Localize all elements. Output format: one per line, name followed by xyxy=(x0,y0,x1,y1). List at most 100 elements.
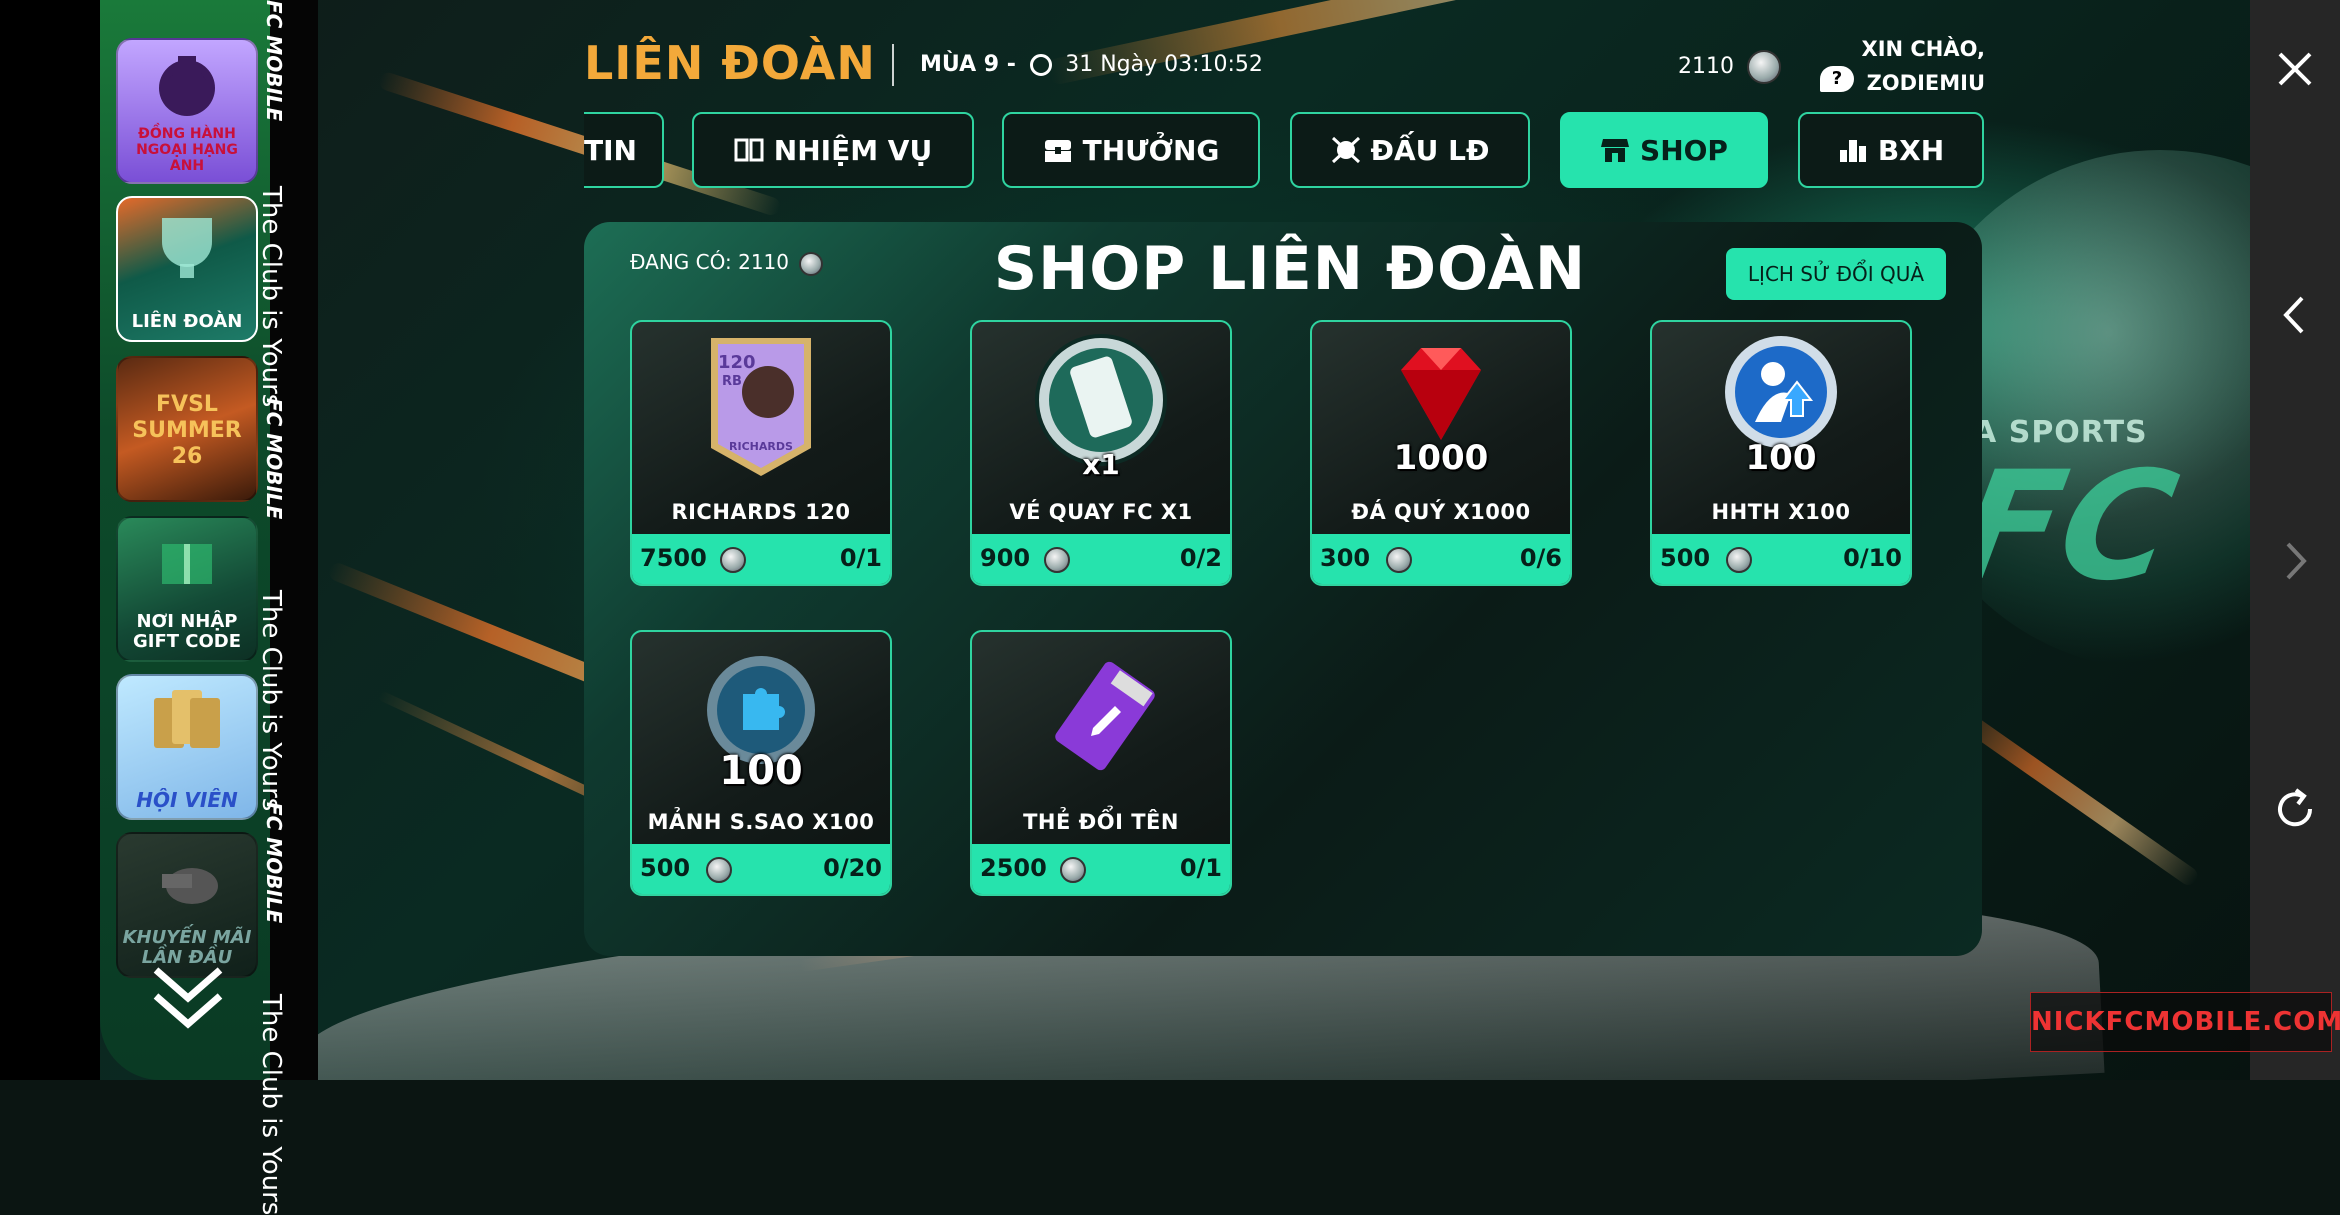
item-purchase-limit: 0/20 xyxy=(823,854,882,882)
versus-icon xyxy=(1331,136,1360,164)
sidebar-item-lien-doan[interactable]: LIÊN ĐOÀN xyxy=(116,196,258,342)
shop-item-card[interactable]: 120 RB RICHARDS RICHARDS 120 7500 0/1 xyxy=(630,320,892,586)
tab-shop[interactable]: SHOP xyxy=(1560,112,1768,188)
tab-label: ĐẤU LĐ xyxy=(1370,133,1490,167)
league-coin-icon xyxy=(720,547,746,573)
sidebar-item-label: ĐỒNG HÀNH NGOẠI HẠNG ANH xyxy=(136,126,238,174)
item-name: THẺ ĐỔI TÊN xyxy=(1023,810,1179,834)
clock-icon xyxy=(1029,54,1052,76)
item-name: ĐÁ QUÝ X1000 xyxy=(1351,500,1531,524)
item-quantity: x1 xyxy=(1082,448,1120,481)
sidebar-item-hoi-vien[interactable]: HỘI VIÊN xyxy=(116,674,258,820)
item-price-bar: 7500 0/1 xyxy=(632,534,890,584)
card-position: RB xyxy=(722,374,742,389)
item-name: HHTH X100 xyxy=(1711,500,1851,524)
item-quantity: 100 xyxy=(1745,438,1817,478)
shop-title: SHOP LIÊN ĐOÀN xyxy=(993,234,1587,304)
site-watermark: NICKFCMOBILE.COM xyxy=(2030,992,2340,1052)
item-purchase-limit: 0/10 xyxy=(1843,544,1902,572)
league-coin-icon xyxy=(1726,547,1752,573)
page-title: LIÊN ĐOÀN xyxy=(584,36,876,90)
chest-icon xyxy=(1044,140,1071,162)
ranking-icon xyxy=(1839,140,1866,162)
screen-edge xyxy=(0,0,100,1080)
item-quantity: 1000 xyxy=(1393,438,1489,478)
back-icon[interactable] xyxy=(2270,290,2320,340)
item-purchase-limit: 0/1 xyxy=(1179,854,1222,882)
item-price: 900 xyxy=(980,544,1031,572)
exchange-history-button[interactable]: LỊCH SỬ ĐỔI QUÀ xyxy=(1726,248,1946,300)
item-price: 500 xyxy=(1660,544,1711,572)
marquee-text-item: The Club is Yours xyxy=(256,994,286,1215)
card-pack-icon xyxy=(154,690,220,748)
tab-dau-ld[interactable]: ĐẤU LĐ xyxy=(1290,112,1530,188)
item-purchase-limit: 0/6 xyxy=(1519,544,1562,572)
marquee-text-item: FC MOBILE xyxy=(262,0,286,122)
marquee-text-item: FC MOBILE xyxy=(262,398,286,520)
shop-item-card[interactable]: x1 VÉ QUAY FC X1 900 0/2 xyxy=(970,320,1232,586)
season-countdown: 31 Ngày 03:10:52 xyxy=(1065,52,1263,77)
ruby-gem-icon: 1000 xyxy=(1312,330,1570,500)
item-purchase-limit: 0/1 xyxy=(839,544,882,572)
tab-thuong[interactable]: THƯỞNG xyxy=(1002,112,1260,188)
card-ovr: 120 xyxy=(718,352,756,373)
item-price: 2500 xyxy=(980,854,1047,882)
lion-icon xyxy=(159,56,215,116)
season-label: MÙA 9 - xyxy=(920,52,1016,77)
sidebar-item-label: FVSL SUMMER 26 xyxy=(132,392,242,469)
owned-balance-label: ĐANG CÓ: 2110 xyxy=(630,250,789,274)
tab-bxh[interactable]: BXH xyxy=(1798,112,1984,188)
sidebar-item-premier-league[interactable]: ĐỒNG HÀNH NGOẠI HẠNG ANH xyxy=(116,38,258,184)
coin-balance-value: 2110 xyxy=(1678,54,1734,79)
league-coin-icon xyxy=(1747,50,1781,84)
season-info: MÙA 9 - 31 Ngày 03:10:52 xyxy=(920,52,1263,77)
marquee-text-item: FC MOBILE xyxy=(262,802,286,924)
forward-icon[interactable] xyxy=(2270,536,2320,586)
greeting: XIN CHÀO, ZODIEMIU xyxy=(1820,32,1986,100)
item-name: MẢNH S.SAO X100 xyxy=(647,810,875,834)
sidebar-item-fvsl-summer[interactable]: FVSL SUMMER 26 xyxy=(116,356,258,502)
header-divider xyxy=(892,44,894,86)
item-purchase-limit: 0/2 xyxy=(1179,544,1222,572)
league-coin-icon xyxy=(1060,857,1086,883)
sidebar-item-label: HỘI VIÊN xyxy=(136,788,238,812)
spin-ticket-icon: x1 xyxy=(972,330,1230,500)
shop-icon xyxy=(1601,139,1630,162)
tab-label: NHIỆM VỤ xyxy=(773,133,933,167)
greeting-line: XIN CHÀO, xyxy=(1861,37,1986,61)
sidebar-item-label: NƠI NHẬP GIFT CODE xyxy=(132,611,242,652)
item-price-bar: 300 0/6 xyxy=(1312,534,1570,584)
league-coin-icon xyxy=(1044,547,1070,573)
sidebar-item-gift-code[interactable]: NƠI NHẬP GIFT CODE xyxy=(116,516,258,662)
tab-label: SHOP xyxy=(1640,133,1728,167)
item-price: 300 xyxy=(1320,544,1371,572)
close-icon[interactable] xyxy=(2270,44,2320,94)
league-coin-icon xyxy=(799,251,824,276)
tab-nhiem-vu[interactable]: NHIỆM VỤ xyxy=(692,112,974,188)
item-price-bar: 900 0/2 xyxy=(972,534,1230,584)
item-price: 500 xyxy=(640,854,691,882)
star-fragment-icon: 100 xyxy=(632,640,890,810)
shop-item-card[interactable]: THẺ ĐỔI TÊN 2500 0/1 xyxy=(970,630,1232,896)
shop-item-card[interactable]: 1000 ĐÁ QUÝ X1000 300 0/6 xyxy=(1310,320,1572,586)
shop-item-card[interactable]: 100 HHTH X100 500 0/10 xyxy=(1650,320,1912,586)
tab-tin[interactable]: TIN xyxy=(584,112,664,188)
sidebar-item-label: LIÊN ĐOÀN xyxy=(131,311,243,332)
marquee-text-item: The Club is Yours xyxy=(256,186,286,408)
item-price-bar: 500 0/10 xyxy=(1652,534,1910,584)
training-upgrade-icon: 100 xyxy=(1652,330,1910,500)
gift-icon xyxy=(162,544,212,584)
league-coin-icon xyxy=(1386,547,1412,573)
sidebar-item-khuyen-mai[interactable]: KHUYẾN MÃI LẦN ĐẦU xyxy=(116,832,258,978)
item-price: 7500 xyxy=(640,544,707,572)
owned-balance: ĐANG CÓ: 2110 xyxy=(630,250,824,276)
book-icon xyxy=(734,138,764,162)
item-name: VÉ QUAY FC X1 xyxy=(1009,500,1193,524)
item-quantity: 100 xyxy=(719,748,803,794)
league-coin-balance: 2110 xyxy=(1678,50,1781,84)
tab-label: TIN xyxy=(584,133,637,167)
refresh-icon[interactable] xyxy=(2270,784,2320,834)
shop-item-card[interactable]: 100 MẢNH S.SAO X100 500 0/20 xyxy=(630,630,892,896)
scroll-down-icon[interactable] xyxy=(148,960,228,1040)
tab-label: BXH xyxy=(1877,133,1945,167)
